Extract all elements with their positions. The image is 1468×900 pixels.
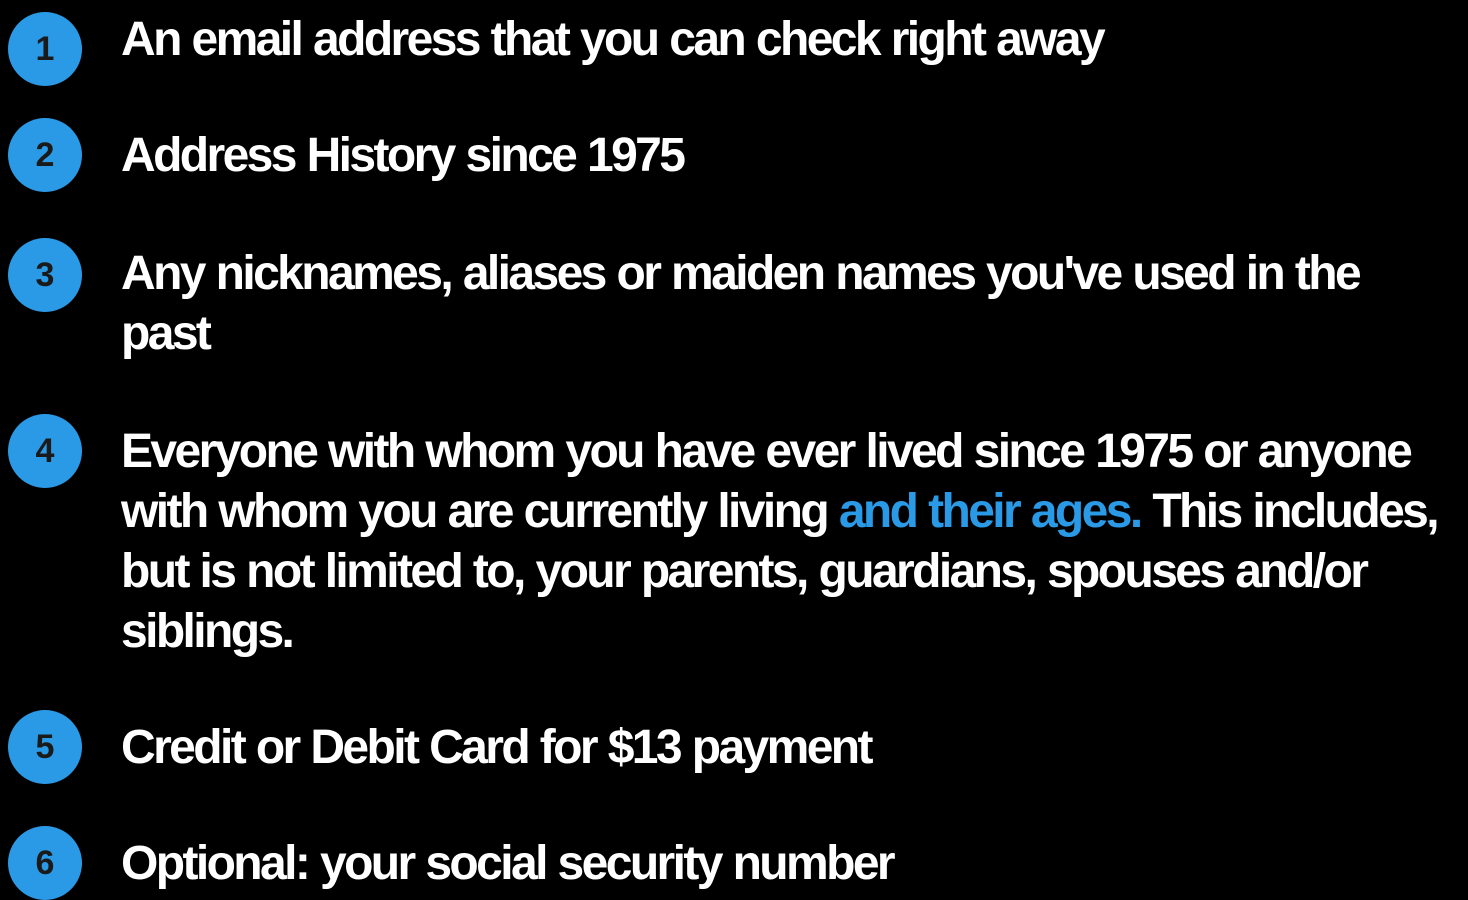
step-number-badge: 5 (8, 710, 82, 784)
step-number-badge: 2 (8, 118, 82, 192)
list-item-text: Optional: your social security number (121, 837, 896, 890)
requirements-list: 1 An email address that you can check ri… (0, 0, 1468, 900)
step-number-badge: 1 (8, 12, 82, 86)
list-item-text: Everyone with whom you have ever lived s… (121, 422, 1456, 662)
step-number-badge: 6 (8, 826, 82, 900)
highlighted-text: and their ages. (838, 485, 1143, 538)
step-number-badge: 4 (8, 414, 82, 488)
list-item-text: Credit or Debit Card for $13 payment (121, 721, 874, 774)
list-item-text: Any nicknames, aliases or maiden names y… (121, 247, 1362, 360)
step-number-badge: 3 (8, 238, 82, 312)
list-item-text: Address History since 1975 (121, 129, 686, 182)
list-item-text: An email address that you can check righ… (121, 13, 1106, 66)
